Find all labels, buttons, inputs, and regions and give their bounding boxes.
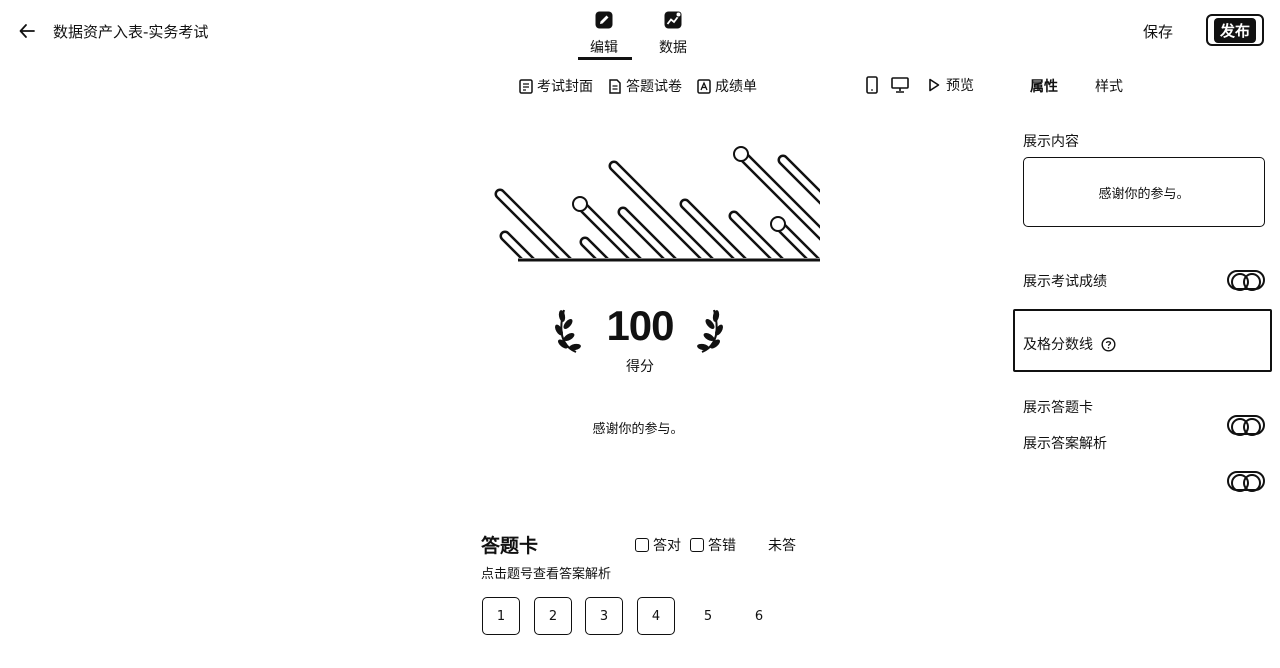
publish-button[interactable]: 发布: [1206, 14, 1264, 46]
answer-card-title: 答题卡: [481, 535, 539, 557]
tab-properties[interactable]: 属性: [1030, 76, 1058, 96]
display-content-label: 展示内容: [1023, 134, 1079, 150]
subtab-score-report-label: 成绩单: [715, 79, 757, 95]
legend-unanswered: 未答: [768, 535, 796, 555]
subtab-answer-paper[interactable]: 答题试卷: [608, 75, 682, 97]
legend-correct-swatch: [635, 538, 649, 552]
question-number-button[interactable]: 6: [740, 597, 778, 635]
preview-button[interactable]: 预览: [928, 75, 974, 95]
tab-data[interactable]: 数据: [645, 6, 701, 58]
back-button[interactable]: [14, 18, 40, 44]
subtab-score-report[interactable]: 成绩单: [697, 75, 757, 97]
question-number-button[interactable]: 4: [637, 597, 675, 635]
edit-icon: [595, 11, 613, 29]
report-icon: [697, 78, 711, 94]
chart-icon: [664, 11, 682, 29]
question-number-button[interactable]: 2: [534, 597, 572, 635]
legend-wrong-label: 答错: [708, 538, 736, 554]
legend-correct: 答对: [635, 535, 681, 555]
show-answer-card-toggle[interactable]: [1227, 415, 1265, 436]
mobile-icon[interactable]: [864, 76, 880, 94]
subtab-exam-cover[interactable]: 考试封面: [519, 75, 593, 97]
show-analysis-label: 展示答案解析: [1023, 436, 1107, 452]
subtab-answer-paper-label: 答题试卷: [626, 79, 682, 95]
thanks-message: 感谢你的参与。: [592, 422, 684, 437]
show-answer-card-label: 展示答题卡: [1023, 400, 1093, 416]
preview-label: 预览: [946, 78, 974, 94]
legend-correct-label: 答对: [653, 538, 681, 554]
help-circle-icon[interactable]: [1101, 336, 1116, 352]
pass-line-label-group: 及格分数线: [1023, 334, 1116, 354]
display-content-input[interactable]: 感谢你的参与。: [1023, 157, 1265, 227]
legend-wrong-swatch: [690, 538, 704, 552]
question-number-button[interactable]: 5: [689, 597, 727, 635]
answer-card-hint: 点击题号查看答案解析: [481, 567, 612, 582]
legend-unanswered-label: 未答: [768, 538, 796, 554]
play-icon: [929, 78, 940, 92]
paper-icon: [609, 78, 621, 94]
tab-data-label: 数据: [659, 40, 687, 56]
tab-style[interactable]: 样式: [1095, 76, 1123, 96]
legend-wrong: 答错: [690, 535, 736, 555]
pass-line-label: 及格分数线: [1023, 337, 1093, 353]
subtab-exam-cover-label: 考试封面: [537, 79, 593, 95]
show-score-toggle[interactable]: [1227, 270, 1265, 291]
document-title: 数据资产入表-实务考试: [53, 23, 209, 41]
laurel-left-icon: [555, 309, 581, 353]
laurel-right-icon: [697, 309, 723, 353]
show-analysis-toggle[interactable]: [1227, 471, 1265, 492]
publish-button-label: 发布: [1213, 17, 1256, 43]
tab-edit-label: 编辑: [590, 40, 618, 56]
desktop-icon[interactable]: [890, 76, 910, 94]
question-number-button[interactable]: 1: [482, 597, 520, 635]
tab-edit[interactable]: 编辑: [576, 6, 632, 60]
arrow-left-icon: [19, 24, 35, 38]
cover-icon: [519, 78, 533, 94]
score-label: 得分: [626, 359, 654, 375]
question-number-button[interactable]: 3: [585, 597, 623, 635]
score-value: 100: [606, 302, 674, 349]
result-banner-illustration: [488, 146, 820, 262]
show-score-label: 展示考试成绩: [1023, 274, 1107, 290]
save-button[interactable]: 保存: [1134, 18, 1182, 44]
